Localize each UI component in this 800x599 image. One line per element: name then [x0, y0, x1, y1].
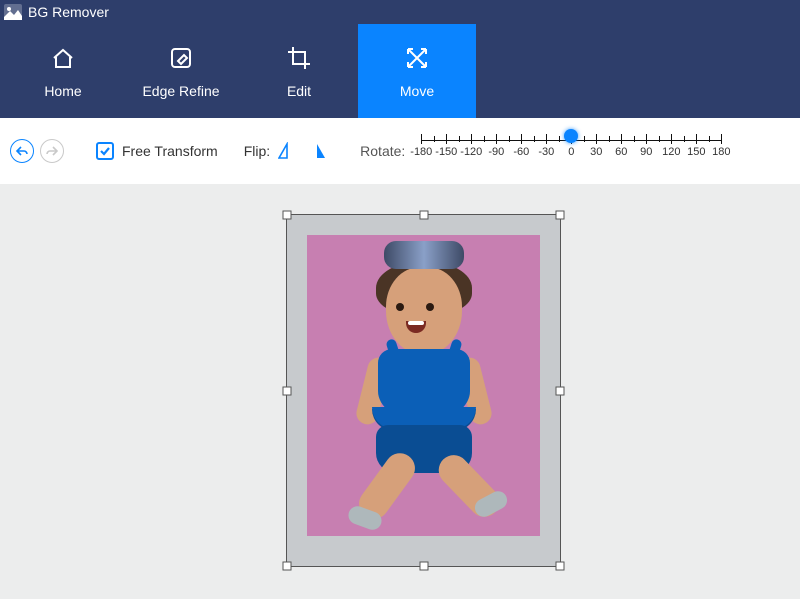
slider-tick-label: -60	[513, 146, 529, 158]
slider-tick	[596, 134, 597, 144]
slider-tick	[671, 134, 672, 144]
slider-tick-label: -150	[435, 146, 457, 158]
slider-tick-label: -90	[488, 146, 504, 158]
slider-tick	[471, 134, 472, 144]
slider-tick	[496, 134, 497, 144]
nav-label: Edit	[287, 83, 311, 99]
subject-image[interactable]	[307, 235, 540, 536]
slider-tick	[521, 134, 522, 144]
slider-tick	[646, 134, 647, 144]
free-transform-checkbox[interactable]	[96, 142, 114, 160]
slider-tick	[546, 134, 547, 144]
nav-home[interactable]: Home	[4, 24, 122, 118]
nav-label: Home	[44, 83, 81, 99]
nav-label: Edge Refine	[142, 83, 219, 99]
handle-sw[interactable]	[283, 562, 292, 571]
nav-edge-refine[interactable]: Edge Refine	[122, 24, 240, 118]
handle-se[interactable]	[556, 562, 565, 571]
subject-figure	[334, 239, 514, 519]
crop-icon	[285, 43, 313, 73]
nav-label: Move	[400, 83, 434, 99]
slider-tick	[446, 134, 447, 144]
app-title: BG Remover	[28, 4, 109, 20]
main-nav: Home Edge Refine Edit Move	[0, 24, 800, 118]
slider-tick-label: -120	[460, 146, 482, 158]
rotate-slider[interactable]: -180-150-120-90-60-300306090120150180	[421, 134, 721, 168]
handle-s[interactable]	[419, 562, 428, 571]
handle-e[interactable]	[556, 386, 565, 395]
rotate-label: Rotate:	[360, 143, 405, 159]
flip-vertical-button[interactable]	[306, 142, 326, 160]
slider-tick-label: -180	[410, 146, 432, 158]
handle-ne[interactable]	[556, 211, 565, 220]
redo-button[interactable]	[40, 139, 64, 163]
canvas-area[interactable]	[0, 184, 800, 599]
slider-tick	[421, 134, 422, 144]
slider-tick	[621, 134, 622, 144]
flip-label: Flip:	[244, 143, 270, 159]
slider-tick-label: 120	[662, 146, 680, 158]
slider-thumb[interactable]	[564, 129, 578, 143]
move-icon	[403, 43, 431, 73]
edge-refine-icon	[167, 43, 195, 73]
nav-edit[interactable]: Edit	[240, 24, 358, 118]
slider-tick-label: 90	[640, 146, 652, 158]
app-logo-icon	[4, 4, 22, 20]
move-toolbar: Free Transform Flip: Rotate: -180-150-12…	[0, 118, 800, 184]
slider-tick-label: 0	[568, 146, 574, 158]
free-transform-label: Free Transform	[122, 143, 218, 159]
slider-tick-label: 150	[687, 146, 705, 158]
handle-w[interactable]	[283, 386, 292, 395]
slider-tick	[696, 134, 697, 144]
handle-nw[interactable]	[283, 211, 292, 220]
flip-horizontal-button[interactable]	[278, 142, 298, 160]
handle-n[interactable]	[419, 211, 428, 220]
undo-button[interactable]	[10, 139, 34, 163]
slider-tick-label: 30	[590, 146, 602, 158]
slider-tick-label: 180	[712, 146, 730, 158]
title-bar: BG Remover	[0, 0, 800, 24]
transform-selection[interactable]	[286, 214, 561, 567]
slider-tick	[721, 134, 722, 144]
nav-move[interactable]: Move	[358, 24, 476, 118]
home-icon	[49, 43, 77, 73]
slider-tick-label: 60	[615, 146, 627, 158]
slider-tick-label: -30	[538, 146, 554, 158]
